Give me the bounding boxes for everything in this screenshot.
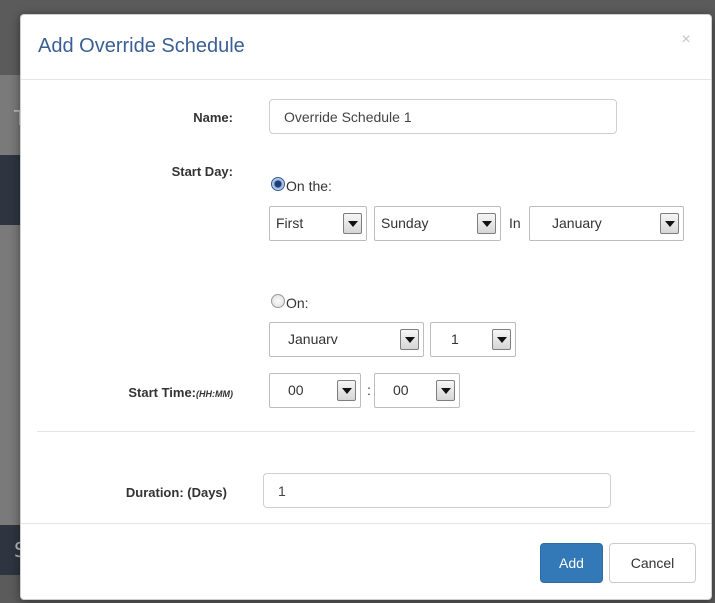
chevron-down-icon (660, 213, 679, 234)
footer-divider (21, 523, 711, 524)
override-schedule-dialog: Add Override Schedule × Name: Start Day:… (20, 14, 712, 600)
on-the-radio-label: On the: (286, 178, 332, 194)
ordinal-select[interactable]: First (269, 206, 367, 241)
hour-select[interactable]: 00 (269, 373, 361, 408)
dialog-header: Add Override Schedule × (21, 15, 711, 80)
close-icon[interactable]: × (679, 32, 693, 48)
chevron-down-icon (477, 213, 496, 234)
on-the-radio[interactable] (271, 177, 285, 191)
start-time-format-hint: (HH:MM) (196, 389, 233, 399)
form-divider (37, 431, 695, 432)
on-the-option: On the: (271, 174, 332, 194)
weekday-select-value: Sunday (381, 215, 429, 231)
start-day-label: Start Day: (171, 164, 233, 179)
on-option: On: (271, 291, 309, 311)
time-separator: : (367, 382, 371, 398)
chevron-down-icon (343, 213, 362, 234)
on-day-select-value: 1 (451, 331, 459, 347)
chevron-down-icon (337, 380, 356, 401)
duration-label: Duration: (Days) (125, 485, 227, 500)
chevron-down-icon (400, 329, 419, 350)
start-time-label: Start Time:(HH:MM) (128, 385, 233, 400)
on-the-month-select[interactable]: January (529, 206, 684, 241)
on-the-month-select-value: January (552, 215, 602, 231)
on-radio[interactable] (271, 294, 285, 308)
add-button[interactable]: Add (540, 543, 603, 583)
on-month-select-value: Januarv (288, 331, 338, 347)
dialog-title: Add Override Schedule (38, 35, 245, 57)
chevron-down-icon (492, 329, 511, 350)
name-input[interactable] (269, 99, 617, 134)
on-radio-label: On: (286, 295, 309, 311)
name-label: Name: (193, 110, 233, 125)
start-time-label-text: Start Time: (128, 385, 197, 400)
on-day-select[interactable]: 1 (430, 322, 516, 357)
weekday-select[interactable]: Sunday (374, 206, 501, 241)
duration-input[interactable] (263, 473, 611, 508)
minute-select-value: 00 (393, 382, 409, 398)
ordinal-select-value: First (276, 215, 304, 231)
chevron-down-icon (436, 380, 455, 401)
background-panel (0, 225, 22, 525)
hour-select-value: 00 (288, 382, 304, 398)
cancel-button[interactable]: Cancel (609, 543, 696, 583)
minute-select[interactable]: 00 (374, 373, 460, 408)
background-navbar (0, 155, 22, 225)
in-text: In (509, 215, 521, 231)
on-month-select[interactable]: Januarv (269, 322, 424, 357)
